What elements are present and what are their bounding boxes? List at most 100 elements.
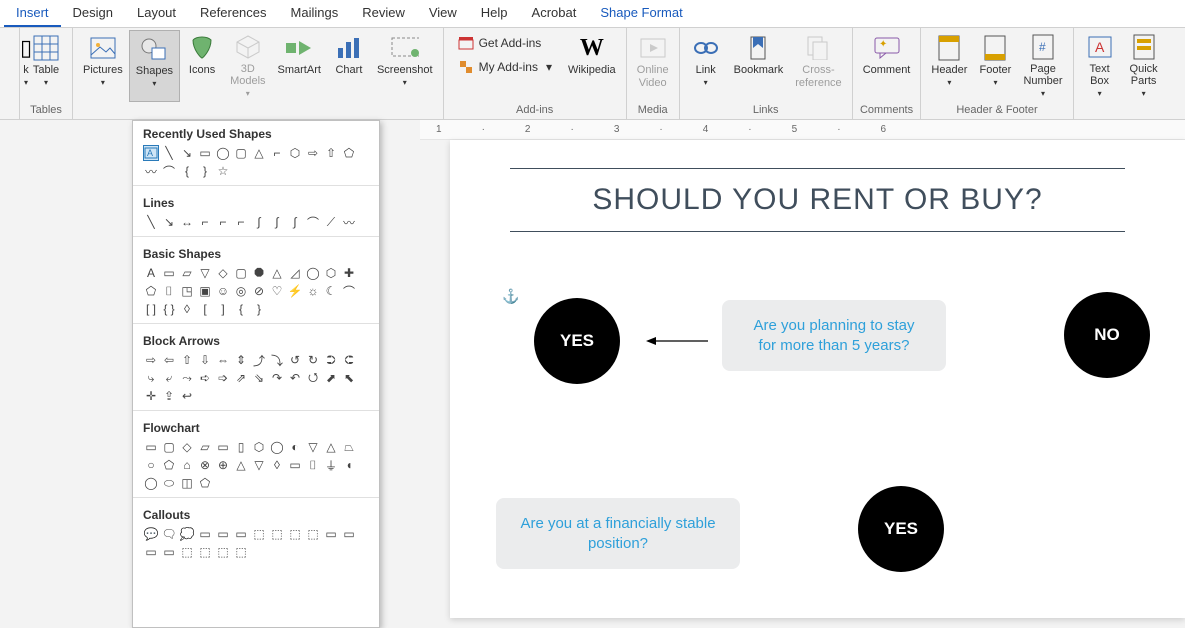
shape-fc[interactable]: ⌂: [179, 457, 195, 473]
shape-elbow[interactable]: ⌐: [233, 214, 249, 230]
tab-insert[interactable]: Insert: [4, 0, 61, 27]
shape-callout[interactable]: ⬚: [287, 526, 303, 542]
shape-callout[interactable]: ▭: [341, 526, 357, 542]
shape-connector[interactable]: ⌐: [269, 145, 285, 161]
shape-callout[interactable]: ⬚: [251, 526, 267, 542]
shape-line[interactable]: ↔: [179, 214, 195, 230]
shape-arrow[interactable]: ⮊: [323, 352, 339, 368]
shape-bevel[interactable]: ▣: [197, 283, 213, 299]
shape-callout[interactable]: ⬚: [197, 544, 213, 560]
shape-line[interactable]: ╲: [143, 214, 159, 230]
shape-fc[interactable]: ◇: [179, 439, 195, 455]
shape-brace[interactable]: {: [233, 301, 249, 317]
shape-heart[interactable]: ♡: [269, 283, 285, 299]
shape-fc[interactable]: ▭: [143, 439, 159, 455]
shape-rt-triangle[interactable]: ◿: [287, 265, 303, 281]
shape-brace-r[interactable]: }: [197, 163, 213, 179]
shape-arrow[interactable]: ⬉: [341, 370, 357, 386]
shape-arrow[interactable]: ⭯: [305, 370, 321, 386]
shape-arrow[interactable]: ➩: [215, 370, 231, 386]
shape-curve[interactable]: ⌒: [161, 163, 177, 179]
shape-callout[interactable]: ⬚: [215, 544, 231, 560]
shape-arrow[interactable]: ↺: [287, 352, 303, 368]
question-box-2[interactable]: Are you at a financially stable position…: [496, 498, 740, 569]
shape-fc[interactable]: ▽: [251, 457, 267, 473]
shape-arrow[interactable]: ↩: [179, 388, 195, 404]
shape-fc[interactable]: △: [323, 439, 339, 455]
shape-curve[interactable]: ⌒: [305, 214, 321, 230]
document-title[interactable]: SHOULD YOU RENT OR BUY?: [510, 168, 1125, 232]
shape-callout[interactable]: ▭: [233, 526, 249, 542]
shape-plaque[interactable]: ◊: [179, 301, 195, 317]
shape-brace[interactable]: }: [251, 301, 267, 317]
shape-sun[interactable]: ☼: [305, 283, 321, 299]
crossref-button[interactable]: Cross- reference: [789, 30, 847, 102]
shape-fc[interactable]: ▭: [287, 457, 303, 473]
shape-fc[interactable]: ◫: [179, 475, 195, 491]
shape-arrow[interactable]: ⇩: [197, 352, 213, 368]
shape-arc[interactable]: ⌒: [341, 283, 357, 299]
comment-button[interactable]: ✦ Comment: [857, 30, 917, 102]
shape-diamond[interactable]: ◇: [215, 265, 231, 281]
online-video-button[interactable]: Online Video: [631, 30, 675, 102]
tab-layout[interactable]: Layout: [125, 0, 188, 27]
header-button[interactable]: Header ▾: [925, 30, 973, 102]
shape-brace[interactable]: { }: [161, 301, 177, 317]
shape-fc[interactable]: ⬠: [161, 457, 177, 473]
shape-rect[interactable]: ▭: [161, 265, 177, 281]
shape-fc[interactable]: ▯: [233, 439, 249, 455]
shape-fc[interactable]: ▢: [161, 439, 177, 455]
shape-oval[interactable]: ◯: [305, 265, 321, 281]
shape-arrow-up[interactable]: ⇧: [323, 145, 339, 161]
shape-callout[interactable]: 💬: [143, 526, 159, 542]
shape-oval[interactable]: ◯: [215, 145, 231, 161]
chart-button[interactable]: Chart: [327, 30, 371, 102]
shape-bracket[interactable]: [: [197, 301, 213, 317]
document-page[interactable]: SHOULD YOU RENT OR BUY? ⚓ YES Are you pl…: [450, 140, 1185, 618]
shape-arrow[interactable]: ⇘: [251, 370, 267, 386]
horizontal-ruler[interactable]: 1· 2· 3· 4· 5· 6: [420, 120, 1185, 140]
shape-arrow[interactable]: ⇧: [179, 352, 195, 368]
shape-pentagon[interactable]: ⬠: [143, 283, 159, 299]
shape-bracket[interactable]: [ ]: [143, 301, 159, 317]
shape-fc[interactable]: ◯: [143, 475, 159, 491]
shape-fc[interactable]: △: [233, 457, 249, 473]
shape-line[interactable]: ↘: [161, 214, 177, 230]
shape-arrow[interactable]: ⤶: [161, 370, 177, 386]
shape-arrow[interactable]: ⇕: [233, 352, 249, 368]
shape-callout[interactable]: 🗨: [161, 526, 177, 542]
shape-donut[interactable]: ◎: [233, 283, 249, 299]
no-circle[interactable]: NO: [1064, 292, 1150, 378]
shape-arrow[interactable]: ↷: [269, 370, 285, 386]
shape-scribble[interactable]: 〰: [341, 214, 357, 230]
shape-fc[interactable]: ⬭: [161, 475, 177, 491]
tab-shape-format[interactable]: Shape Format: [588, 0, 694, 27]
shape-callout[interactable]: ▭: [197, 526, 213, 542]
shape-scribble[interactable]: 〰: [143, 163, 159, 179]
shapes-button[interactable]: Shapes ▾: [129, 30, 180, 102]
shape-trapezoid[interactable]: ▽: [197, 265, 213, 281]
quick-parts-button[interactable]: Quick Parts ▾: [1122, 30, 1166, 102]
shape-callout[interactable]: ▭: [161, 544, 177, 560]
shape-fc[interactable]: ▭: [215, 439, 231, 455]
shape-curve[interactable]: ∫: [251, 214, 267, 230]
shape-fc[interactable]: ○: [143, 457, 159, 473]
shape-arrow[interactable]: ⤳: [179, 370, 195, 386]
pictures-button[interactable]: Pictures ▾: [77, 30, 129, 102]
shape-fc[interactable]: ◯: [269, 439, 285, 455]
tab-references[interactable]: References: [188, 0, 278, 27]
shape-fc[interactable]: ◖: [341, 457, 357, 473]
shape-fc[interactable]: ▽: [305, 439, 321, 455]
shape-callout[interactable]: 💭: [179, 526, 195, 542]
shape-callout[interactable]: ⬚: [233, 544, 249, 560]
shape-hexagon[interactable]: ⬡: [323, 265, 339, 281]
shape-bracket[interactable]: ]: [215, 301, 231, 317]
shape-moon[interactable]: ☾: [323, 283, 339, 299]
tab-help[interactable]: Help: [469, 0, 520, 27]
shape-arrow[interactable]: ⇗: [233, 370, 249, 386]
shape-cube[interactable]: ◳: [179, 283, 195, 299]
shape-fc[interactable]: ⏚: [323, 457, 339, 473]
tab-design[interactable]: Design: [61, 0, 125, 27]
my-addins-button[interactable]: My Add-ins ▾: [454, 56, 556, 78]
shape-pentagon[interactable]: ⬠: [341, 145, 357, 161]
